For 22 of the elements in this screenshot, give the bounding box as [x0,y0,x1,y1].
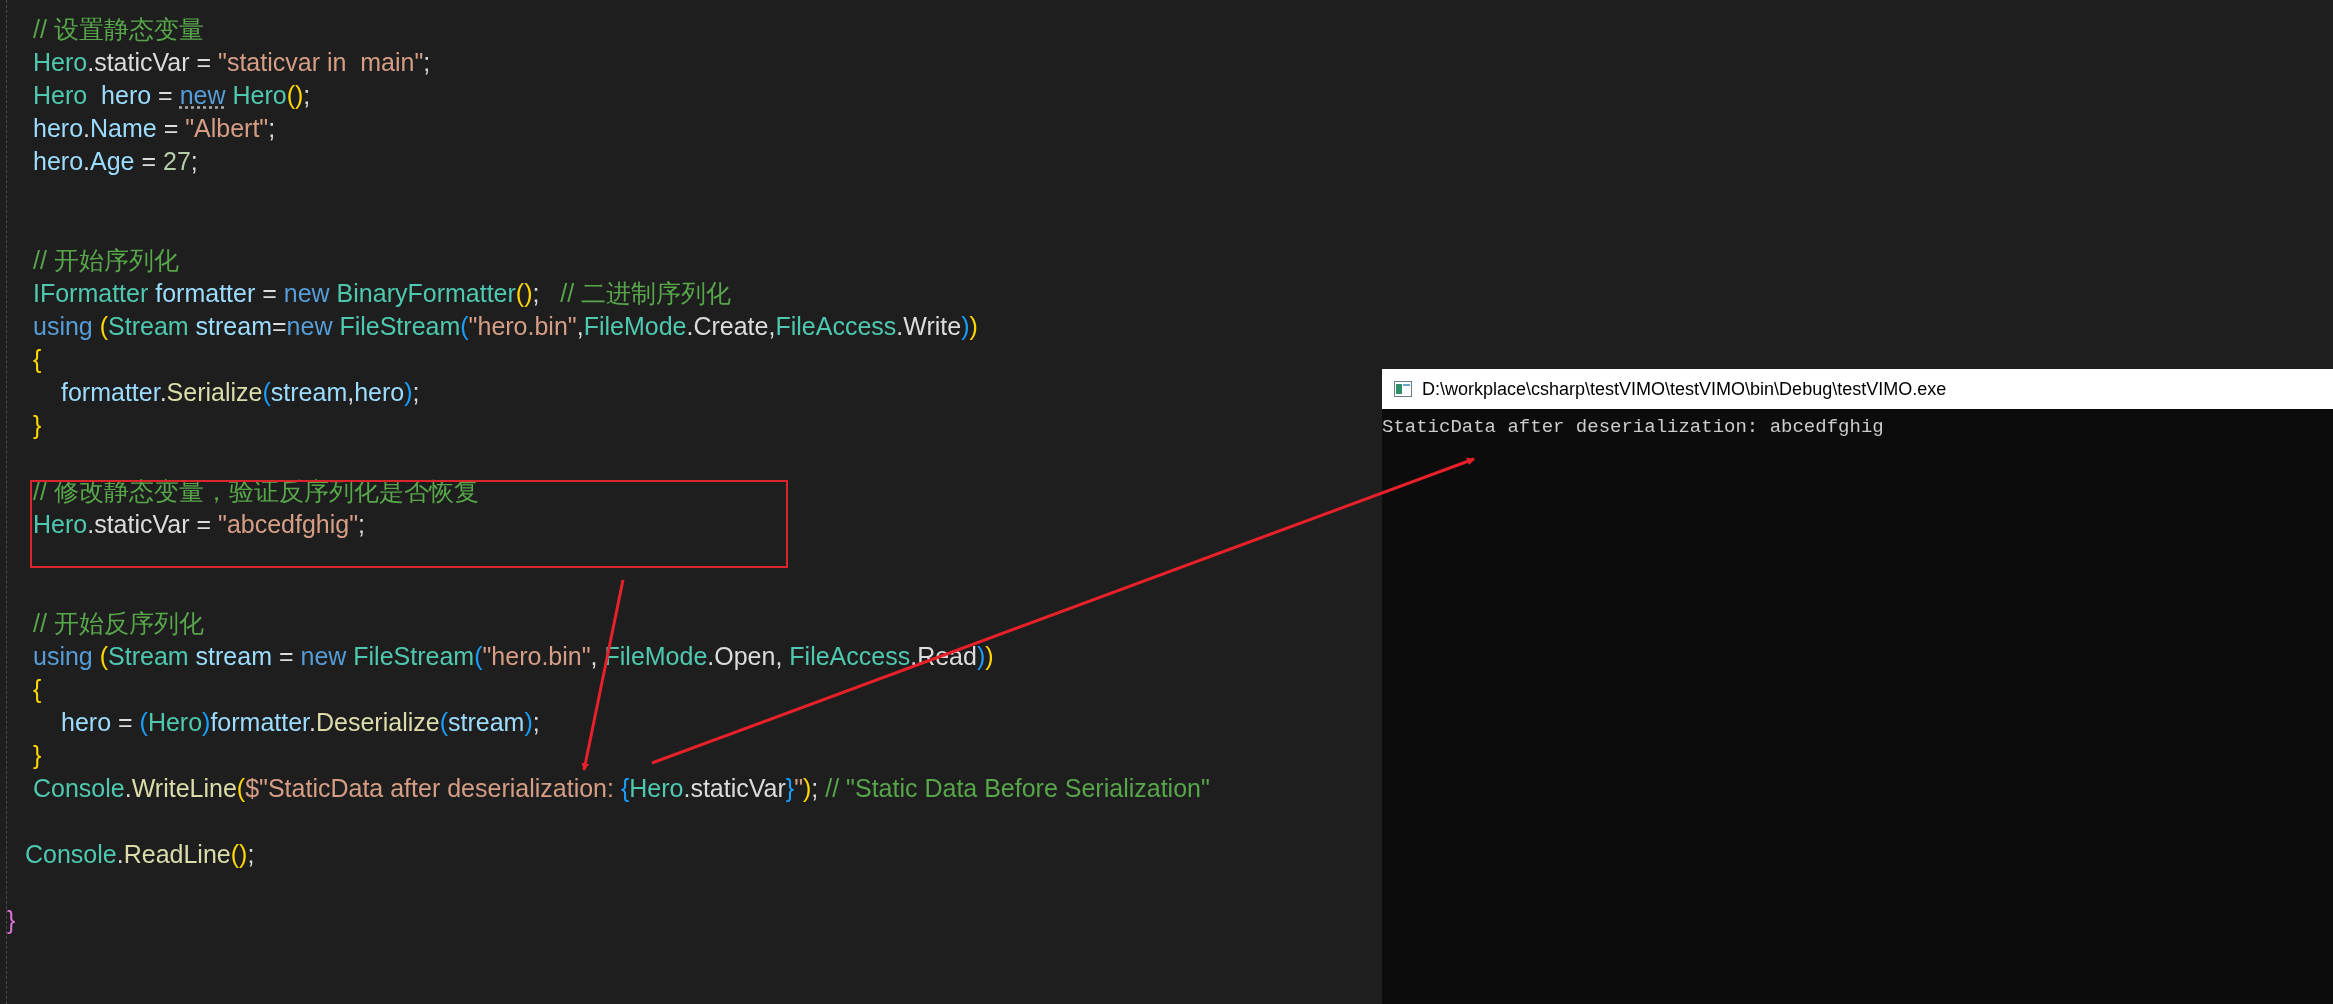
code-line: } [33,740,42,771]
code-line: Console.WriteLine($"StaticData after deserialization: {Hero.staticVar}"); // "Static Data Before Serialization" [33,773,1210,804]
code-line: // 开始反序列化 [33,608,204,639]
code-line: // 设置静态变量 [33,14,204,45]
console-app-icon [1394,381,1412,397]
code-line: hero = (Hero)formatter.Deserialize(stream); [61,707,540,738]
console-output: StaticData after deserialization: abcedfghig [1382,415,1885,439]
window-title: D:\workplace\csharp\testVIMO\testVIMO\bin\Debug\testVIMO.exe [1422,378,1947,400]
code-line: Console.ReadLine(); [25,839,255,870]
code-line: } [33,410,42,441]
code-line: hero.Name = "Albert"; [33,113,276,144]
code-line: } [7,905,16,936]
code-line: Hero hero = new Hero(); [33,80,311,111]
code-line: hero.Age = 27; [33,146,198,177]
code-line: // 开始序列化 [33,245,179,276]
code-line: { [33,344,42,375]
code-line: Hero.staticVar = "abcedfghig"; [33,509,366,540]
code-line: using (Stream stream=new FileStream("hero.bin",FileMode.Create,FileAccess.Write)) [33,311,978,342]
code-line: Hero.staticVar = "staticvar in main"; [33,47,431,78]
code-line: { [33,674,42,705]
code-line: IFormatter formatter = new BinaryFormatter(); // 二进制序列化 [33,278,732,309]
code-line: formatter.Serialize(stream,hero); [61,377,420,408]
